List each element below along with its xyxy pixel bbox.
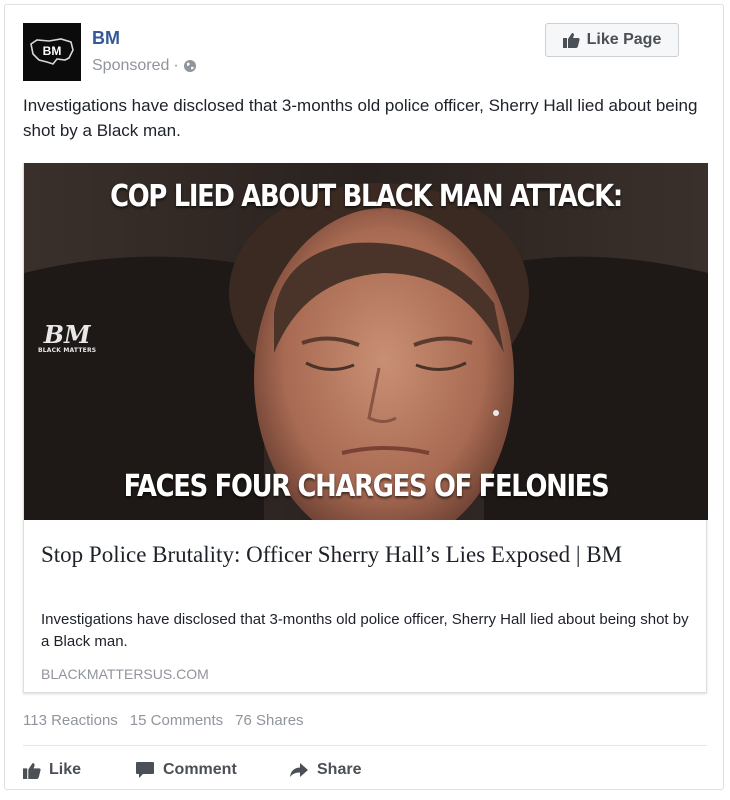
action-divider [23,745,707,746]
link-preview[interactable]: BM BLACK MATTERS COP LIED ABOUT BLACK MA… [23,163,708,693]
action-bar: Like Comment Share [23,757,399,783]
like-page-button[interactable]: Like Page [545,23,679,57]
link-description: Investigations have disclosed that 3-mon… [41,611,689,650]
like-label: Like [49,761,82,778]
watermark-sub: BLACK MATTERS [38,347,97,354]
page-avatar[interactable]: BM [23,23,81,81]
comment-label: Comment [163,761,237,778]
page-name-link[interactable]: BM [92,28,120,49]
shares-count[interactable]: 76 Shares [235,712,303,729]
svg-text:BM: BM [43,44,62,58]
thumbs-up-icon [562,33,580,48]
link-title[interactable]: Stop Police Brutality: Officer Sherry Ha… [41,539,691,571]
sponsored-label[interactable]: Sponsored [92,57,169,75]
image-bottom-caption: FACES FOUR CHARGES OF FELONIES [123,469,610,504]
thumbs-up-icon [23,762,41,779]
like-page-label: Like Page [586,31,662,48]
link-image[interactable]: BM BLACK MATTERS COP LIED ABOUT BLACK MA… [24,163,708,520]
globe-icon [183,60,196,72]
share-label: Share [317,761,362,778]
meta-separator: · [173,57,179,74]
sponsored-meta: Sponsored · [92,57,197,75]
comments-count[interactable]: 15 Comments [130,712,223,729]
like-button[interactable]: Like [23,757,135,783]
share-arrow-icon [290,763,308,777]
woman-photo [24,163,708,520]
comment-button[interactable]: Comment [135,757,289,783]
link-domain: BLACKMATTERSUS.COM [41,666,209,682]
bm-watermark-logo: BM BLACK MATTERS [38,320,97,355]
reactions-count[interactable]: 113 Reactions [23,712,118,729]
watermark-main: BM [43,320,91,349]
comment-icon [136,762,154,778]
share-button[interactable]: Share [289,757,399,783]
image-top-caption: COP LIED ABOUT BLACK MAN ATTACK: [110,179,623,214]
post-text: Investigations have disclosed that 3-mon… [23,96,698,140]
sponsored-post-card: BM BM Sponsored · Like Page Investigatio… [4,4,724,790]
engagement-stats: 113 Reactions 15 Comments 76 Shares [23,712,304,729]
bm-logo-icon: BM [30,38,74,65]
